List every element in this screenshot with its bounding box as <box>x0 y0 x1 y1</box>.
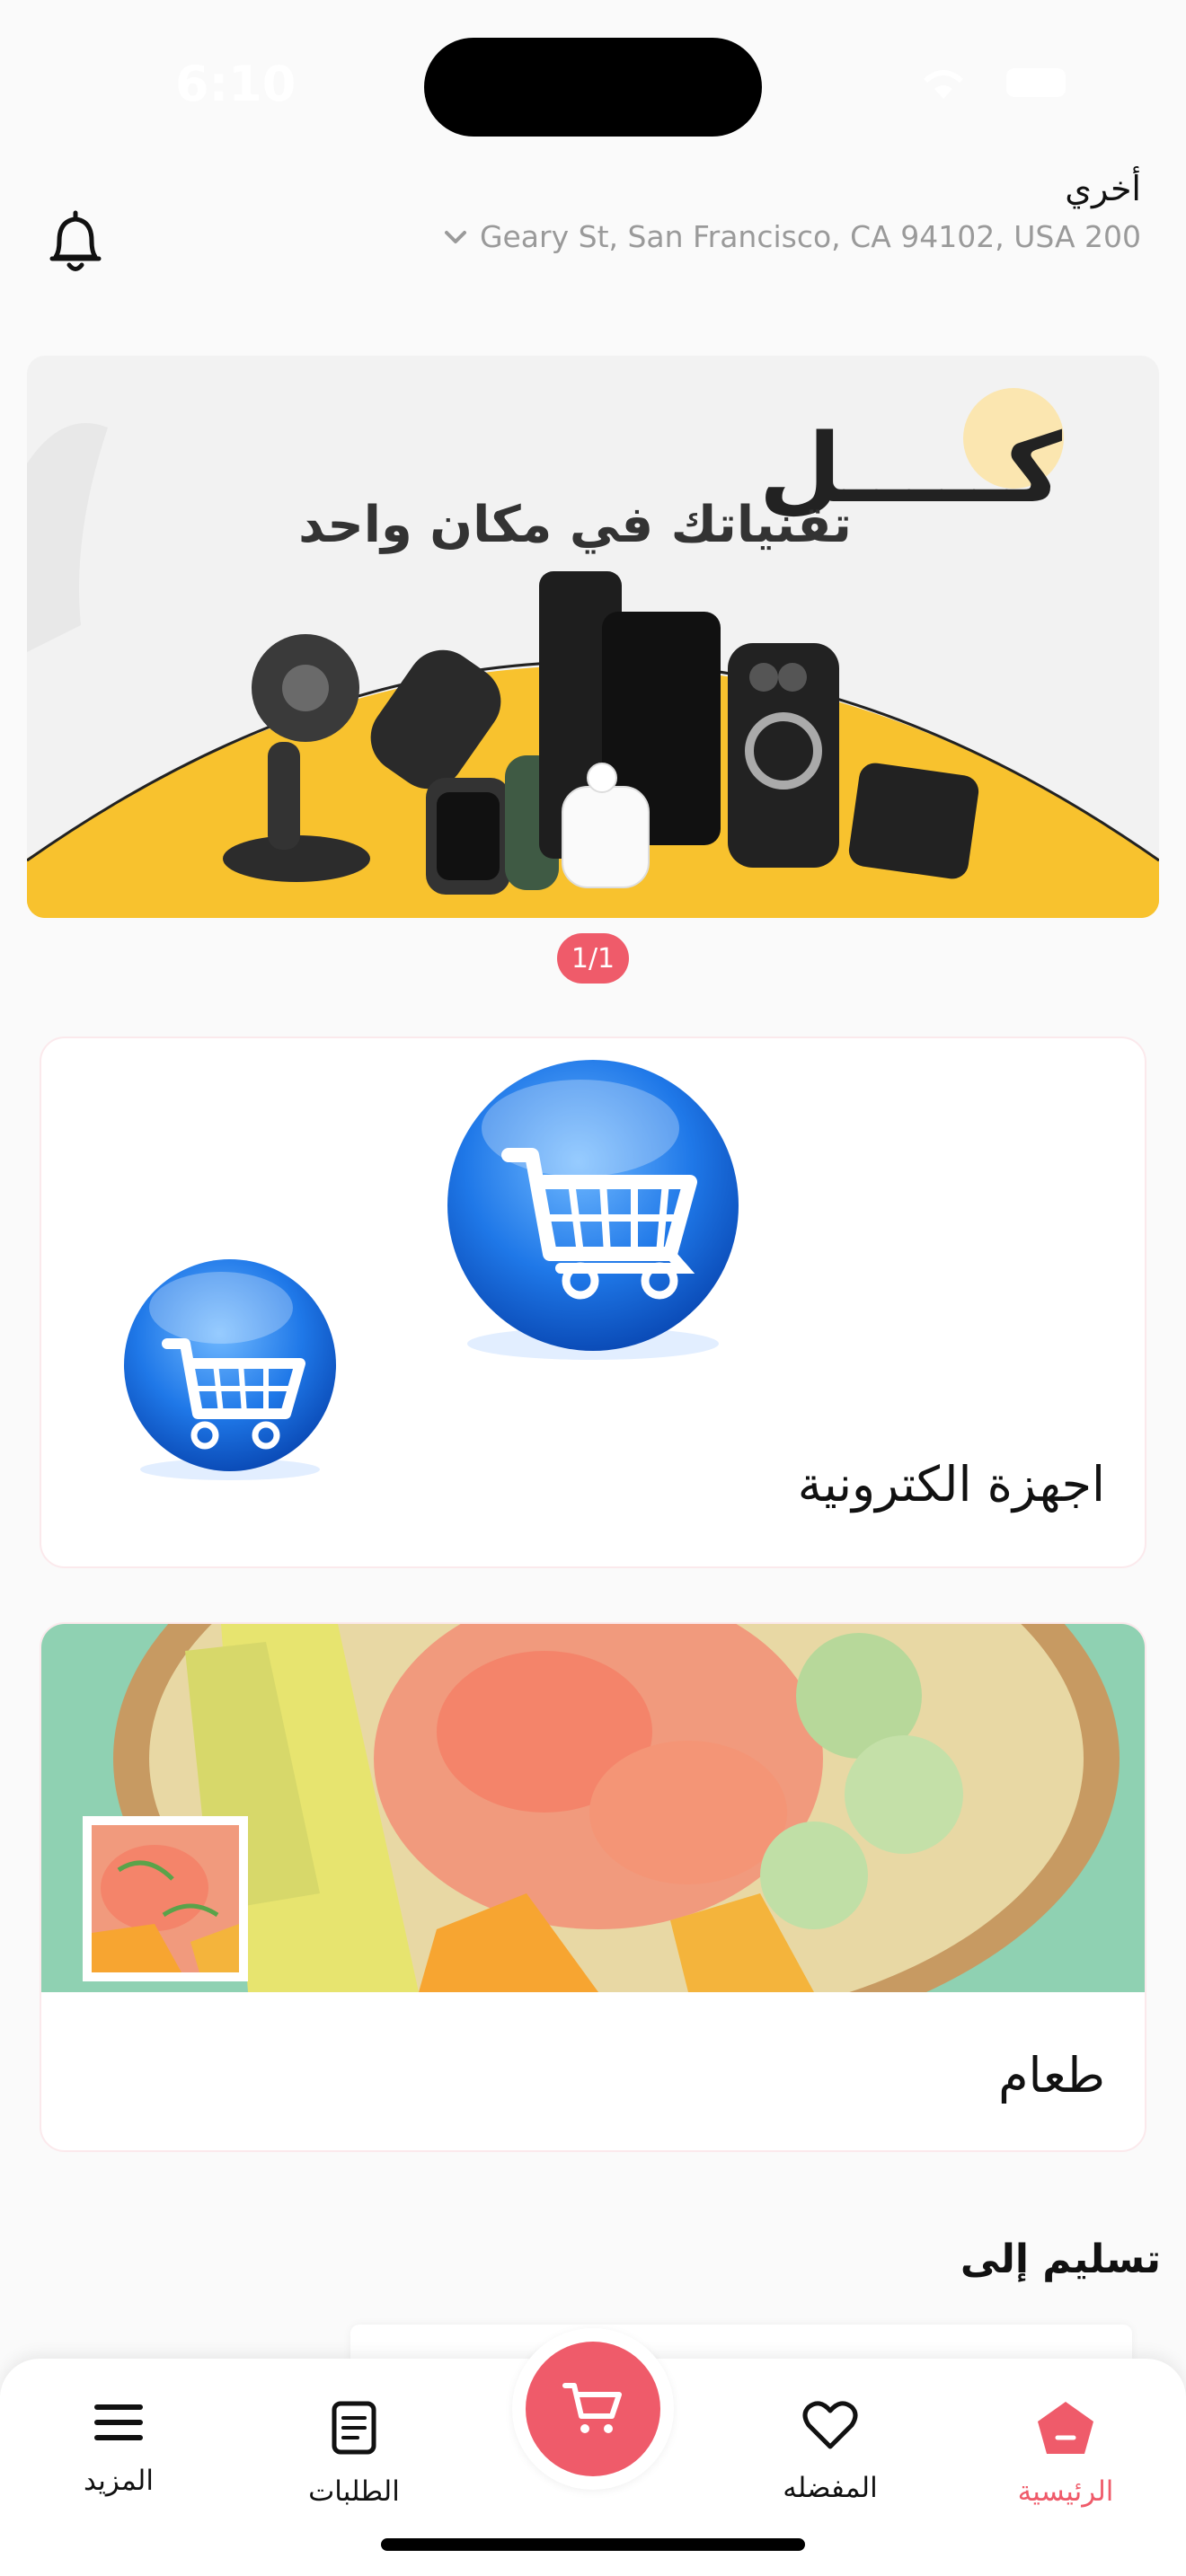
tab-favorites-label: المفضله <box>783 2472 878 2504</box>
wifi-icon <box>923 70 964 99</box>
orders-document-icon <box>332 2401 376 2455</box>
home-indicator <box>381 2538 805 2551</box>
home-icon <box>1038 2402 1093 2454</box>
tab-more-label: المزيد <box>84 2465 154 2497</box>
category-title-electronics: اجهزة الكترونية <box>797 1456 1105 1513</box>
cart-icon <box>562 2383 622 2433</box>
address-selector[interactable]: Geary St, San Francisco, CA 94102, USA 2… <box>444 219 1141 254</box>
address-label[interactable]: أخري <box>1065 169 1141 208</box>
category-card-electronics[interactable]: اجهزة الكترونية <box>40 1037 1146 1568</box>
tab-home[interactable]: الرئيسية <box>976 2400 1155 2508</box>
banner-pager: 1/1 <box>557 933 629 984</box>
tab-orders[interactable]: الطلبات <box>264 2400 444 2508</box>
tab-favorites[interactable]: المفضله <box>740 2400 920 2504</box>
category-card-food[interactable]: طعام <box>40 1622 1146 2152</box>
tab-home-label: الرئيسية <box>1017 2475 1114 2508</box>
dynamic-island <box>424 38 762 137</box>
chevron-down-icon <box>444 230 466 243</box>
status-time: 6:10 <box>175 56 296 112</box>
tab-orders-label: الطلبات <box>308 2475 400 2508</box>
delivery-section-title: تسليم إلى <box>960 2236 1161 2282</box>
battery-icon <box>1006 68 1066 97</box>
tab-more[interactable]: المزيد <box>29 2400 208 2497</box>
menu-icon <box>94 2404 143 2440</box>
notification-bell-icon[interactable] <box>43 208 108 277</box>
category-title-food: طعام <box>998 2047 1105 2104</box>
address-text: Geary St, San Francisco, CA 94102, USA 2… <box>479 219 1141 254</box>
promo-banner[interactable]: كـــــل تقنياتك في مكان واحد <box>27 356 1159 918</box>
cart-button[interactable] <box>512 2328 674 2490</box>
food-thumbnail-image <box>83 1816 248 1981</box>
banner-subtitle: تقنياتك في مكان واحد <box>298 496 852 554</box>
heart-icon <box>802 2401 858 2449</box>
